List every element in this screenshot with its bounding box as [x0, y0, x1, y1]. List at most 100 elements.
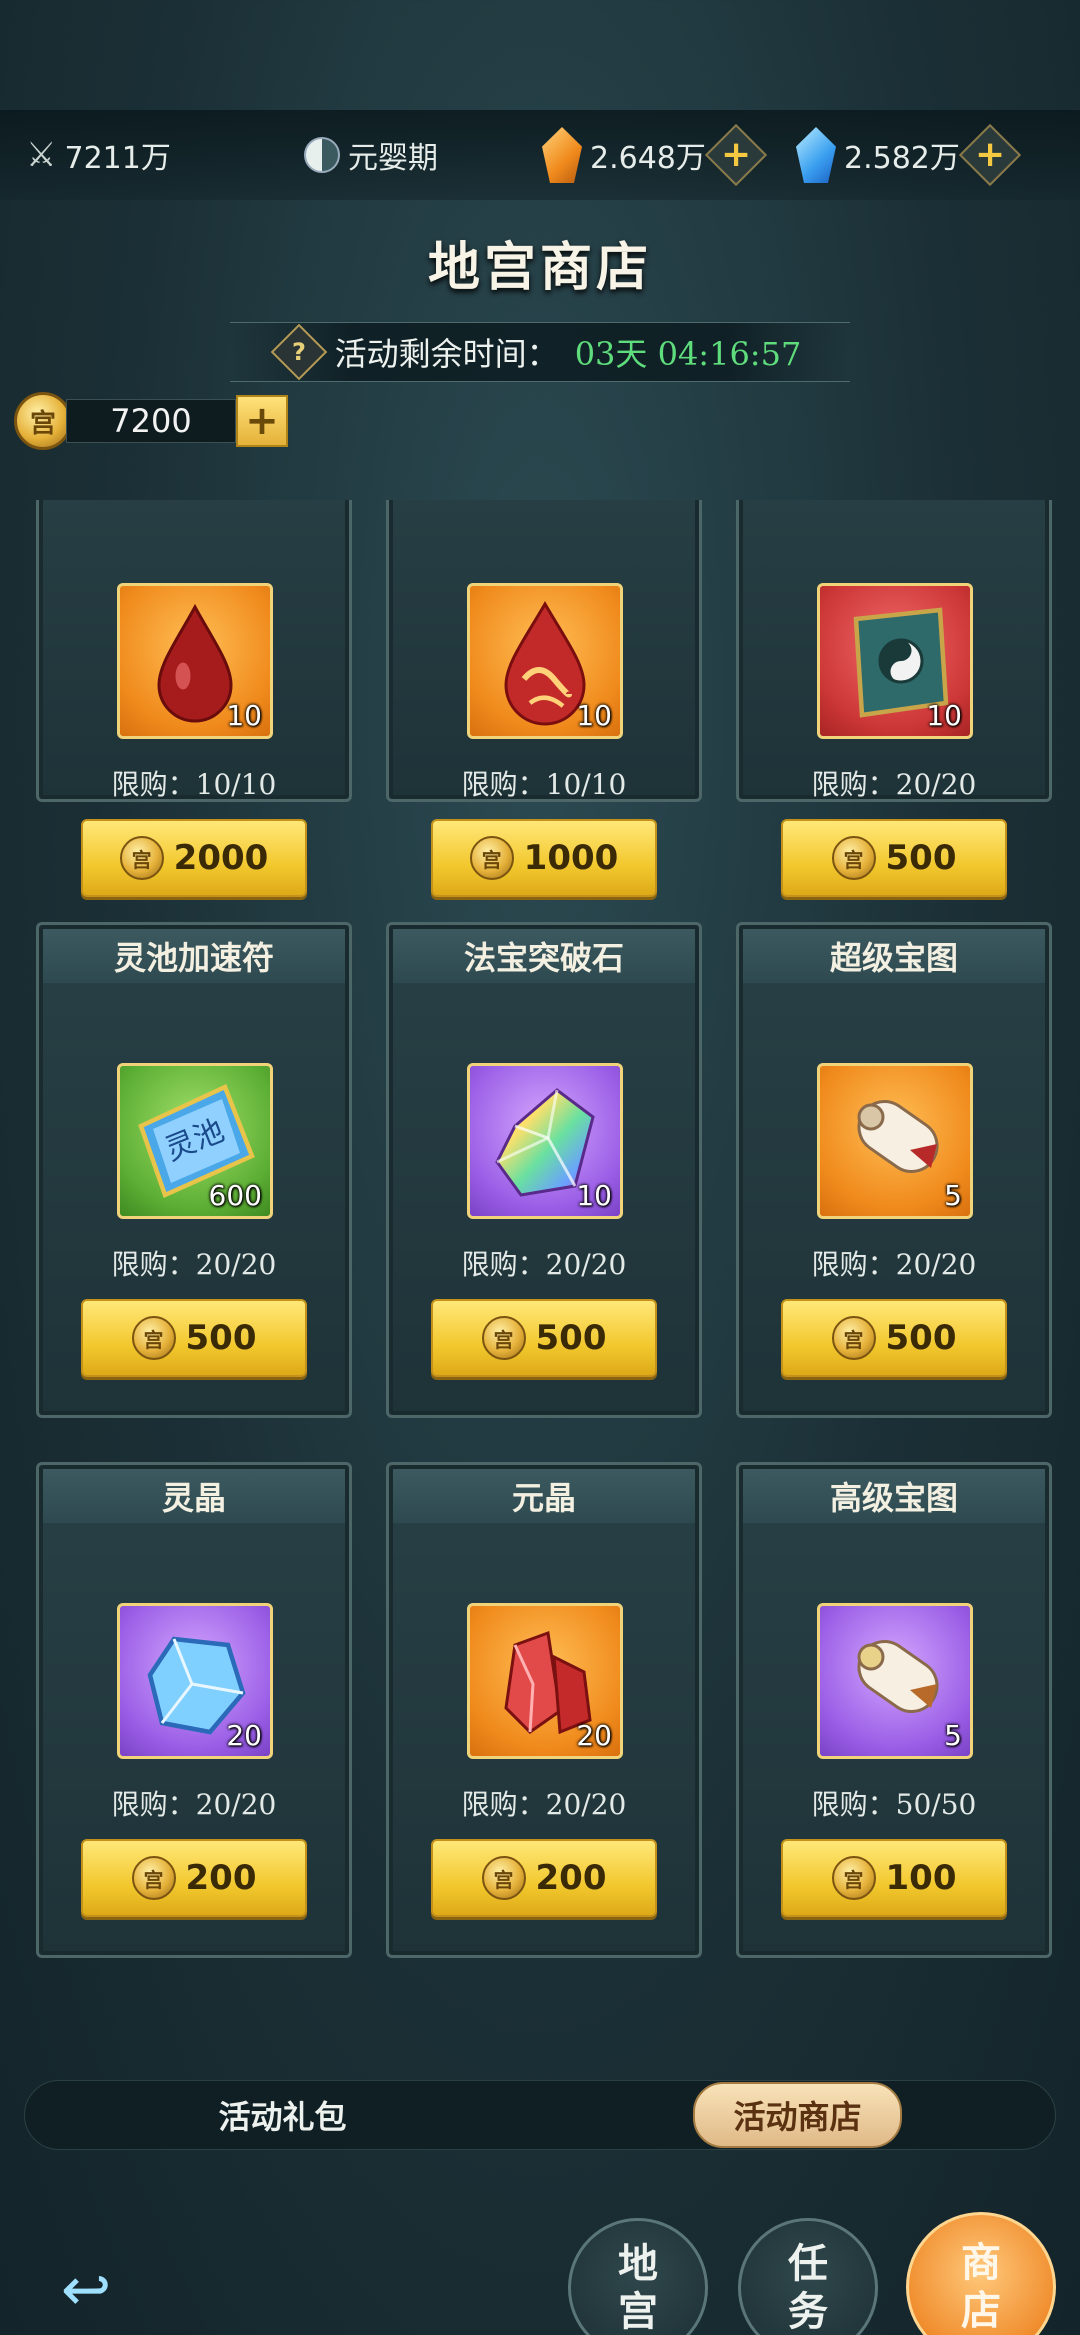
shop-item-card: 灵晶 20 限购：20/20 宫 200 — [36, 1462, 352, 1958]
item-quantity: 5 — [944, 1719, 962, 1752]
page-title: 地宫商店 — [427, 237, 652, 298]
palace-coin-amount: 7200 — [66, 399, 236, 443]
orange-gem-stat: 2.648万 + — [542, 123, 768, 187]
purchase-limit: 限购：20/20 — [111, 1788, 277, 1821]
item-quantity: 5 — [944, 1179, 962, 1212]
shop-item-card: 法宝突破石 10 限购：20/20 宫 500 — [386, 922, 702, 1418]
nav-label: 宫 — [618, 2288, 658, 2335]
item-quantity: 10 — [226, 699, 262, 732]
purchase-limit: 限购：20/20 — [461, 1788, 627, 1821]
shop-item-card: 灵池加速符 灵池 600 限购：20/20 宫 500 — [36, 922, 352, 1418]
add-orange-gem-button[interactable]: + — [704, 123, 768, 187]
add-blue-gem-button[interactable]: + — [958, 123, 1022, 187]
buy-button[interactable]: 宫 500 — [431, 1299, 657, 1377]
item-quantity: 10 — [576, 699, 612, 732]
back-arrow-icon[interactable]: ↩ — [46, 2255, 126, 2325]
price: 200 — [185, 1858, 257, 1898]
power-stat: ⚔ 7211万 — [26, 133, 171, 177]
item-box[interactable]: 5 — [817, 1603, 973, 1759]
item-box[interactable]: 10 — [467, 583, 623, 739]
tab-label: 活动商店 — [693, 2082, 902, 2148]
item-box[interactable]: 20 — [117, 1603, 273, 1759]
item-box[interactable]: 10 — [467, 1063, 623, 1219]
price: 500 — [185, 1318, 257, 1358]
palace-coin-icon: 宫 — [831, 1856, 876, 1900]
tab-event-shop[interactable]: 活动商店 — [540, 2081, 1055, 2149]
item-name: 法宝突破石 — [393, 929, 695, 983]
purchase-limit: 限购：20/20 — [811, 1248, 977, 1281]
item-box[interactable]: 10 — [817, 583, 973, 739]
nav-task-button[interactable]: 任 务 — [738, 2218, 878, 2335]
nav-label: 店 — [961, 2287, 1001, 2334]
purchase-limit: 限购：20/20 — [111, 1248, 277, 1281]
palace-coin-icon: 宫 — [131, 1316, 176, 1360]
palace-coin-icon: 宫 — [831, 1316, 876, 1360]
power-value: 7211万 — [64, 141, 171, 176]
palace-coin-icon: 宫 — [831, 836, 876, 880]
purchase-limit: 限购：10/10 — [461, 768, 627, 801]
shop-item-card: 超级宝图 5 限购：20/20 宫 500 — [736, 922, 1052, 1418]
yin-yang-icon — [304, 137, 340, 173]
palace-coin-icon: 宫 — [119, 836, 164, 880]
item-name: 高级宝图 — [743, 1469, 1045, 1523]
crossed-swords-icon: ⚔ — [26, 135, 57, 175]
price: 500 — [535, 1318, 607, 1358]
item-box[interactable]: 20 — [467, 1603, 623, 1759]
realm-value: 元婴期 — [348, 141, 438, 176]
purchase-limit: 限购：20/20 — [811, 768, 977, 801]
shop-item-card: 高级宝图 5 限购：50/50 宫 100 — [736, 1462, 1052, 1958]
item-box[interactable]: 灵池 600 — [117, 1063, 273, 1219]
item-name: 灵池加速符 — [43, 929, 345, 983]
price: 500 — [885, 838, 957, 878]
item-grid: 10 限购：10/10 宫 2000 10 限购：10/10 宫 1000 10… — [0, 500, 1080, 1970]
item-name: 超级宝图 — [743, 929, 1045, 983]
nav-label: 地 — [618, 2240, 658, 2287]
item-name: 灵晶 — [43, 1469, 345, 1523]
top-status-bar: ⚔ 7211万 元婴期 2.648万 + 2.582万 + — [0, 110, 1080, 200]
buy-button[interactable]: 宫 500 — [781, 1299, 1007, 1377]
tab-label: 活动礼包 — [218, 2098, 347, 2136]
timer-value: 03天 04:16:57 — [574, 335, 802, 373]
nav-label: 商 — [961, 2239, 1001, 2286]
buy-button[interactable]: 宫 1000 — [431, 819, 657, 897]
palace-coin-icon: 宫 — [481, 1316, 526, 1360]
purchase-limit: 限购：20/20 — [461, 1248, 627, 1281]
buy-button[interactable]: 宫 200 — [431, 1839, 657, 1917]
item-name: 元晶 — [393, 1469, 695, 1523]
price: 500 — [885, 1318, 957, 1358]
buy-button[interactable]: 宫 100 — [781, 1839, 1007, 1917]
shop-item-card: 元晶 20 限购：20/20 宫 200 — [386, 1462, 702, 1958]
palace-coin-icon: 宫 — [14, 392, 72, 450]
timer-label: 活动剩余时间： — [334, 335, 559, 373]
palace-coin-icon: 宫 — [469, 836, 514, 880]
blue-gem-icon — [796, 127, 836, 183]
buy-button[interactable]: 宫 500 — [781, 819, 1007, 897]
price: 200 — [535, 1858, 607, 1898]
orange-gem-value: 2.648万 — [590, 141, 706, 176]
nav-dungeon-button[interactable]: 地 宫 — [568, 2218, 708, 2335]
add-palace-coin-button[interactable]: + — [236, 395, 288, 447]
help-icon[interactable]: ? — [270, 323, 327, 381]
buy-button[interactable]: 宫 200 — [81, 1839, 307, 1917]
tab-event-gift[interactable]: 活动礼包 — [25, 2081, 540, 2149]
item-box[interactable]: 5 — [817, 1063, 973, 1219]
buy-button[interactable]: 宫 500 — [81, 1299, 307, 1377]
shop-item-card: 10 限购：10/10 宫 1000 — [386, 500, 702, 897]
item-quantity: 20 — [576, 1719, 612, 1752]
price: 2000 — [173, 838, 269, 878]
buy-button[interactable]: 宫 2000 — [81, 819, 307, 897]
item-quantity: 20 — [226, 1719, 262, 1752]
price: 100 — [885, 1858, 957, 1898]
orange-gem-icon — [542, 127, 582, 183]
shop-currency: 宫 7200 + — [14, 388, 288, 454]
item-box[interactable]: 10 — [117, 583, 273, 739]
purchase-limit: 限购：10/10 — [111, 768, 277, 801]
blue-gem-value: 2.582万 — [844, 141, 960, 176]
item-quantity: 600 — [208, 1179, 262, 1212]
shop-item-card: 10 限购：10/10 宫 2000 — [36, 500, 352, 897]
event-timer: ? 活动剩余时间： 03天 04:16:57 — [230, 322, 850, 382]
shop-item-card: 10 限购：20/20 宫 500 — [736, 500, 1052, 897]
nav-label: 务 — [788, 2288, 828, 2335]
nav-label: 任 — [788, 2240, 828, 2287]
nav-shop-button[interactable]: 商 店 — [906, 2212, 1056, 2335]
